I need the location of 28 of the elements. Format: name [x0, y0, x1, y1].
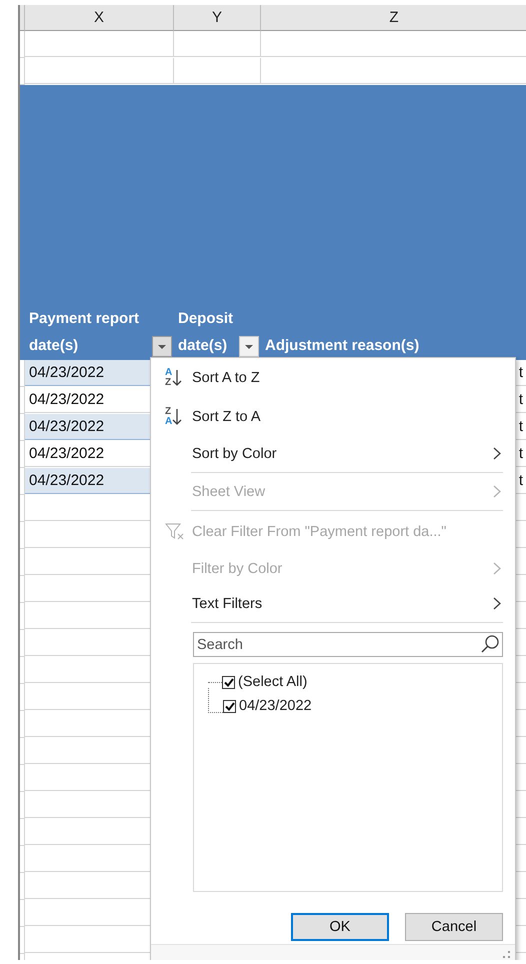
checkbox[interactable]: [223, 700, 236, 712]
header-text: date(s): [178, 336, 228, 356]
header-text: Payment report: [29, 309, 140, 329]
chevron-right-icon: [493, 485, 501, 498]
dropdown-arrow-icon: [157, 344, 167, 350]
menu-item[interactable]: Text Filters: [151, 586, 515, 621]
search-field[interactable]: Search: [193, 632, 503, 657]
dropdown-arrow-icon: [244, 344, 254, 350]
resize-grip-icon[interactable]: [503, 951, 511, 959]
cancel-button[interactable]: Cancel: [405, 913, 503, 941]
header-text: Adjustment reason(s): [265, 336, 420, 356]
chevron-right-icon: [493, 597, 501, 610]
header-text: Deposit: [178, 309, 234, 329]
search-icon: [480, 634, 500, 654]
column-header[interactable]: X: [25, 5, 174, 31]
filter-value-label[interactable]: 04/23/2022: [239, 698, 312, 714]
filter-button[interactable]: [239, 336, 259, 357]
filter-button[interactable]: [152, 336, 172, 357]
ok-button[interactable]: OK: [291, 913, 389, 941]
filter-value-label[interactable]: (Select All): [238, 674, 308, 690]
chevron-right-icon: [493, 562, 501, 575]
checkbox[interactable]: [222, 676, 235, 688]
column-header[interactable]: Y: [174, 5, 261, 31]
clear-filter-icon: [165, 522, 185, 540]
chevron-right-icon: [493, 447, 501, 460]
header-corner: [20, 5, 25, 31]
header-text: date(s): [29, 336, 80, 356]
column-header[interactable]: Z: [261, 5, 526, 31]
